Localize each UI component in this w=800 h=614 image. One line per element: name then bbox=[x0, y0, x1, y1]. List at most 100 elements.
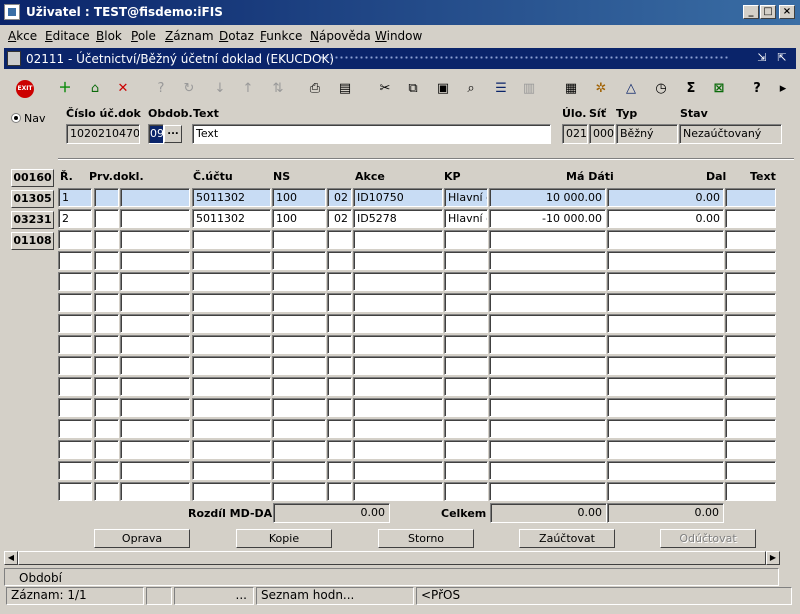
text-field[interactable]: Text bbox=[192, 124, 551, 144]
cell-akce[interactable] bbox=[353, 335, 443, 354]
cell-madati[interactable] bbox=[489, 377, 606, 396]
cell-ns-sub[interactable] bbox=[327, 377, 352, 396]
cell-akce[interactable] bbox=[353, 440, 443, 459]
cell-prvdokl[interactable] bbox=[94, 335, 119, 354]
cell-akce[interactable] bbox=[353, 482, 443, 501]
maximize-form-icon[interactable]: ⇱ bbox=[774, 51, 790, 65]
cell-ns[interactable] bbox=[272, 377, 326, 396]
cell-ns-sub[interactable] bbox=[327, 356, 352, 375]
cell-prvdokl[interactable] bbox=[94, 356, 119, 375]
cell-text[interactable] bbox=[725, 377, 776, 396]
cell-madati[interactable] bbox=[489, 251, 606, 270]
cell-kp[interactable] bbox=[444, 377, 488, 396]
maximize-button[interactable]: □ bbox=[760, 5, 776, 19]
cell-ns[interactable] bbox=[272, 440, 326, 459]
cell-ns-sub[interactable] bbox=[327, 251, 352, 270]
cell-kp[interactable] bbox=[444, 419, 488, 438]
cell-akce[interactable] bbox=[353, 293, 443, 312]
oprava-button[interactable]: Oprava bbox=[94, 529, 190, 548]
cell-kp[interactable] bbox=[444, 482, 488, 501]
cell-prvdokl-text[interactable] bbox=[120, 356, 190, 375]
cell-ucet[interactable] bbox=[192, 293, 271, 312]
menu-dotaz[interactable]: Dotaz bbox=[219, 29, 254, 43]
paste-button[interactable]: ▣ bbox=[430, 76, 454, 100]
cell-madati[interactable] bbox=[489, 293, 606, 312]
cell-ns-sub[interactable] bbox=[327, 230, 352, 249]
cell-kp[interactable] bbox=[444, 293, 488, 312]
scroll-left-icon[interactable]: ◀ bbox=[4, 551, 18, 565]
cell-text[interactable] bbox=[725, 419, 776, 438]
cell-ns[interactable] bbox=[272, 335, 326, 354]
cell-ucet[interactable] bbox=[192, 482, 271, 501]
cell-ns[interactable] bbox=[272, 398, 326, 417]
cell-text[interactable] bbox=[725, 272, 776, 291]
cell-akce[interactable] bbox=[353, 251, 443, 270]
calculator-button[interactable]: ▦ bbox=[558, 76, 582, 100]
cell-dal[interactable] bbox=[607, 377, 724, 396]
scroll-thumb[interactable] bbox=[18, 551, 766, 565]
cell-ns-sub[interactable] bbox=[327, 461, 352, 480]
cell-prvdokl[interactable] bbox=[94, 377, 119, 396]
cell-prvdokl-text[interactable] bbox=[120, 209, 190, 228]
cell-kp[interactable] bbox=[444, 461, 488, 480]
cell-prvdokl[interactable] bbox=[94, 314, 119, 333]
cell-madati[interactable] bbox=[489, 356, 606, 375]
menu-napoveda[interactable]: Nápověda bbox=[310, 29, 371, 43]
cell-madati[interactable] bbox=[489, 461, 606, 480]
menu-pole[interactable]: Pole bbox=[131, 29, 156, 43]
cell-r[interactable] bbox=[58, 230, 92, 249]
obdob-field[interactable]: 09 bbox=[148, 124, 164, 144]
cell-dal[interactable]: 0.00 bbox=[607, 209, 724, 228]
zauctovat-button[interactable]: Zaúčtovat bbox=[519, 529, 615, 548]
cell-prvdokl[interactable] bbox=[94, 419, 119, 438]
cell-ns-sub[interactable] bbox=[327, 314, 352, 333]
settings-button[interactable]: ✲ bbox=[588, 76, 612, 100]
sort-asc-button[interactable]: ↓ bbox=[207, 76, 231, 100]
cell-text[interactable] bbox=[725, 398, 776, 417]
print-preview-button[interactable]: ▤ bbox=[332, 76, 356, 100]
cell-prvdokl[interactable] bbox=[94, 398, 119, 417]
cell-akce[interactable] bbox=[353, 377, 443, 396]
cell-ns[interactable] bbox=[272, 419, 326, 438]
cell-ucet[interactable] bbox=[192, 230, 271, 249]
cell-madati[interactable] bbox=[489, 230, 606, 249]
cell-dal[interactable] bbox=[607, 356, 724, 375]
cell-dal[interactable] bbox=[607, 398, 724, 417]
cell-kp[interactable] bbox=[444, 398, 488, 417]
cell-prvdokl-text[interactable] bbox=[120, 230, 190, 249]
cell-ucet[interactable]: 5011302 bbox=[192, 188, 271, 207]
cell-r[interactable] bbox=[58, 314, 92, 333]
restore-icon[interactable]: ⇲ bbox=[754, 51, 770, 65]
sort-desc-button[interactable]: ↑ bbox=[235, 76, 259, 100]
cell-ns-sub[interactable] bbox=[327, 440, 352, 459]
print-button[interactable]: ⎙ bbox=[302, 76, 326, 100]
cell-dal[interactable] bbox=[607, 314, 724, 333]
cell-ucet[interactable] bbox=[192, 419, 271, 438]
cell-madati[interactable] bbox=[489, 314, 606, 333]
cell-r[interactable] bbox=[58, 335, 92, 354]
cell-prvdokl-text[interactable] bbox=[120, 398, 190, 417]
cell-ns[interactable] bbox=[272, 356, 326, 375]
sum-button[interactable]: Σ bbox=[678, 76, 702, 100]
exit-button[interactable]: EXIT bbox=[12, 76, 36, 100]
cell-r[interactable] bbox=[58, 251, 92, 270]
cell-r[interactable] bbox=[58, 398, 92, 417]
cell-prvdokl[interactable] bbox=[94, 482, 119, 501]
cell-kp[interactable]: Hlavní či bbox=[444, 209, 488, 228]
cell-r[interactable] bbox=[58, 272, 92, 291]
chart-button[interactable]: △ bbox=[618, 76, 642, 100]
cell-madati[interactable] bbox=[489, 419, 606, 438]
cell-r[interactable]: 2 bbox=[58, 209, 92, 228]
cell-ucet[interactable] bbox=[192, 377, 271, 396]
cell-prvdokl-text[interactable] bbox=[120, 461, 190, 480]
cell-text[interactable] bbox=[725, 314, 776, 333]
cell-dal[interactable] bbox=[607, 482, 724, 501]
insert-record-button[interactable]: ＋ bbox=[52, 76, 76, 100]
excel-button[interactable]: ⊠ bbox=[706, 76, 730, 100]
cell-akce[interactable]: ID10750 bbox=[353, 188, 443, 207]
menu-zaznam[interactable]: Záznam bbox=[165, 29, 214, 43]
cell-text[interactable] bbox=[725, 230, 776, 249]
cell-r[interactable] bbox=[58, 461, 92, 480]
cell-ns-sub[interactable] bbox=[327, 482, 352, 501]
cell-ns[interactable] bbox=[272, 482, 326, 501]
